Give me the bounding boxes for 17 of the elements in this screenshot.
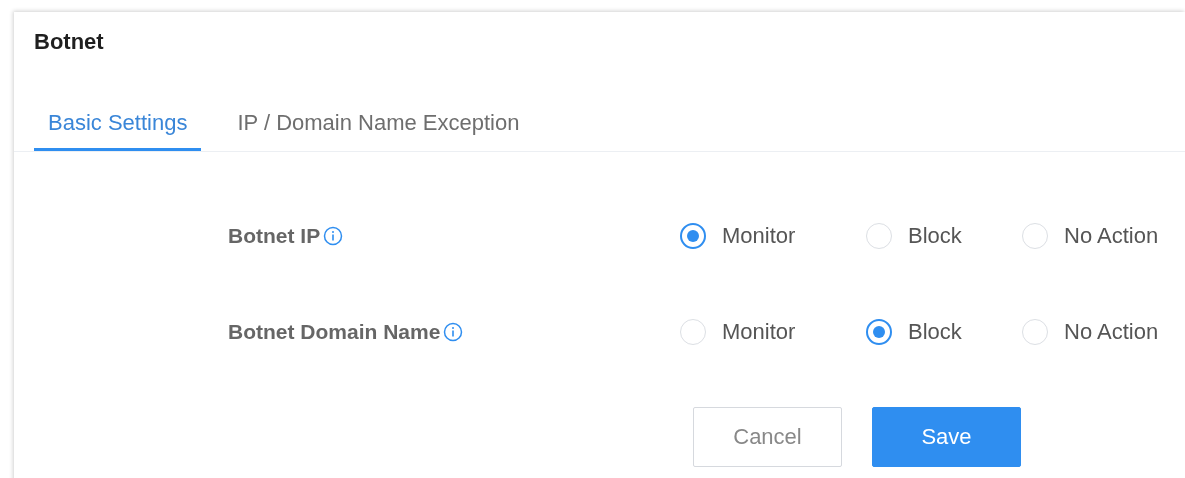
info-icon[interactable]	[323, 226, 344, 246]
cancel-button[interactable]: Cancel	[693, 407, 842, 467]
save-button[interactable]: Save	[872, 407, 1021, 467]
setting-label: Botnet Domain Name	[228, 320, 441, 344]
info-icon[interactable]	[443, 322, 464, 342]
radio-label: Block	[908, 223, 962, 249]
radio-button[interactable]	[680, 223, 706, 249]
tab[interactable]: Basic Settings	[34, 104, 202, 151]
radio-label: No Action	[1064, 319, 1159, 345]
tab[interactable]: IP / Domain Name Exception	[223, 104, 534, 151]
radio-label: Monitor	[722, 223, 796, 249]
panel-title: Botnet	[33, 28, 105, 56]
setting-label: Botnet IP	[228, 224, 321, 248]
radio-label: Monitor	[722, 319, 796, 345]
radio-label: No Action	[1064, 223, 1159, 249]
radio-button[interactable]	[866, 319, 892, 345]
radio-label: Block	[908, 319, 962, 345]
